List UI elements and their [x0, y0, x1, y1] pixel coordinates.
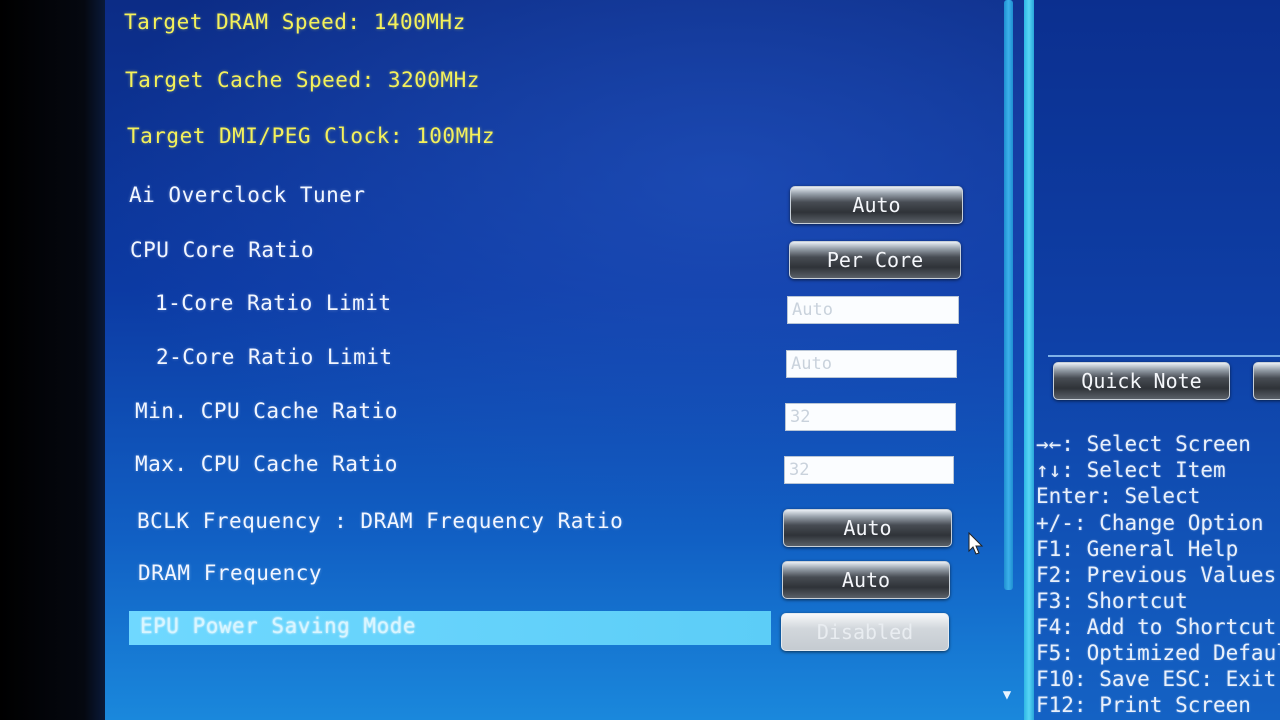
quick-note-button[interactable]: Quick Note	[1053, 362, 1230, 400]
target-cache-speed: Target Cache Speed: 3200MHz	[125, 68, 480, 92]
help-f3: F3: Shortcut	[1036, 589, 1188, 613]
screen-bezel	[0, 0, 105, 720]
bclk-dram-ratio-button[interactable]: Auto	[783, 509, 952, 547]
core2-ratio-limit-field[interactable]: Auto	[786, 350, 957, 378]
help-enter: Enter: Select	[1036, 484, 1201, 508]
help-f10-esc: F10: Save ESC: Exit	[1036, 667, 1277, 691]
help-select-screen: →←: Select Screen	[1036, 432, 1251, 456]
min-cpu-cache-ratio-label[interactable]: Min. CPU Cache Ratio	[135, 399, 398, 423]
bclk-dram-ratio-label[interactable]: BCLK Frequency : DRAM Frequency Ratio	[137, 509, 623, 533]
chevron-down-icon[interactable]: ▼	[998, 686, 1016, 704]
dram-frequency-label[interactable]: DRAM Frequency	[138, 561, 322, 585]
cpu-core-ratio-label[interactable]: CPU Core Ratio	[130, 238, 314, 262]
help-select-item: ↑↓: Select Item	[1036, 458, 1226, 482]
side-panel-extra-button[interactable]	[1253, 362, 1280, 400]
mouse-pointer-icon	[968, 532, 984, 555]
panel-divider	[1024, 0, 1034, 720]
ai-overclock-tuner-label[interactable]: Ai Overclock Tuner	[129, 183, 366, 207]
help-f12: F12: Print Screen	[1036, 693, 1251, 717]
max-cpu-cache-ratio-field[interactable]: 32	[784, 456, 954, 484]
help-change-option: +/-: Change Option	[1036, 511, 1264, 535]
epu-power-saving-button[interactable]: Disabled	[781, 613, 949, 651]
ai-overclock-tuner-button[interactable]: Auto	[790, 186, 963, 224]
epu-power-saving-label[interactable]: EPU Power Saving Mode	[140, 614, 416, 638]
max-cpu-cache-ratio-label[interactable]: Max. CPU Cache Ratio	[135, 452, 398, 476]
min-cpu-cache-ratio-field[interactable]: 32	[785, 403, 956, 431]
target-dmi-peg-clock: Target DMI/PEG Clock: 100MHz	[127, 124, 496, 148]
help-f4: F4: Add to Shortcut an	[1036, 615, 1280, 639]
dram-frequency-button[interactable]: Auto	[782, 561, 950, 599]
cpu-core-ratio-button[interactable]: Per Core	[789, 241, 961, 279]
help-f2: F2: Previous Values	[1036, 563, 1277, 587]
help-f5: F5: Optimized Defaults	[1036, 641, 1280, 665]
help-panel-rule	[1048, 355, 1280, 357]
core1-ratio-limit-field[interactable]: Auto	[787, 296, 959, 324]
core1-ratio-limit-label[interactable]: 1-Core Ratio Limit	[155, 291, 392, 315]
help-f1: F1: General Help	[1036, 537, 1239, 561]
scrollbar[interactable]	[1004, 0, 1013, 590]
target-dram-speed: Target DRAM Speed: 1400MHz	[124, 10, 466, 34]
core2-ratio-limit-label[interactable]: 2-Core Ratio Limit	[156, 345, 393, 369]
